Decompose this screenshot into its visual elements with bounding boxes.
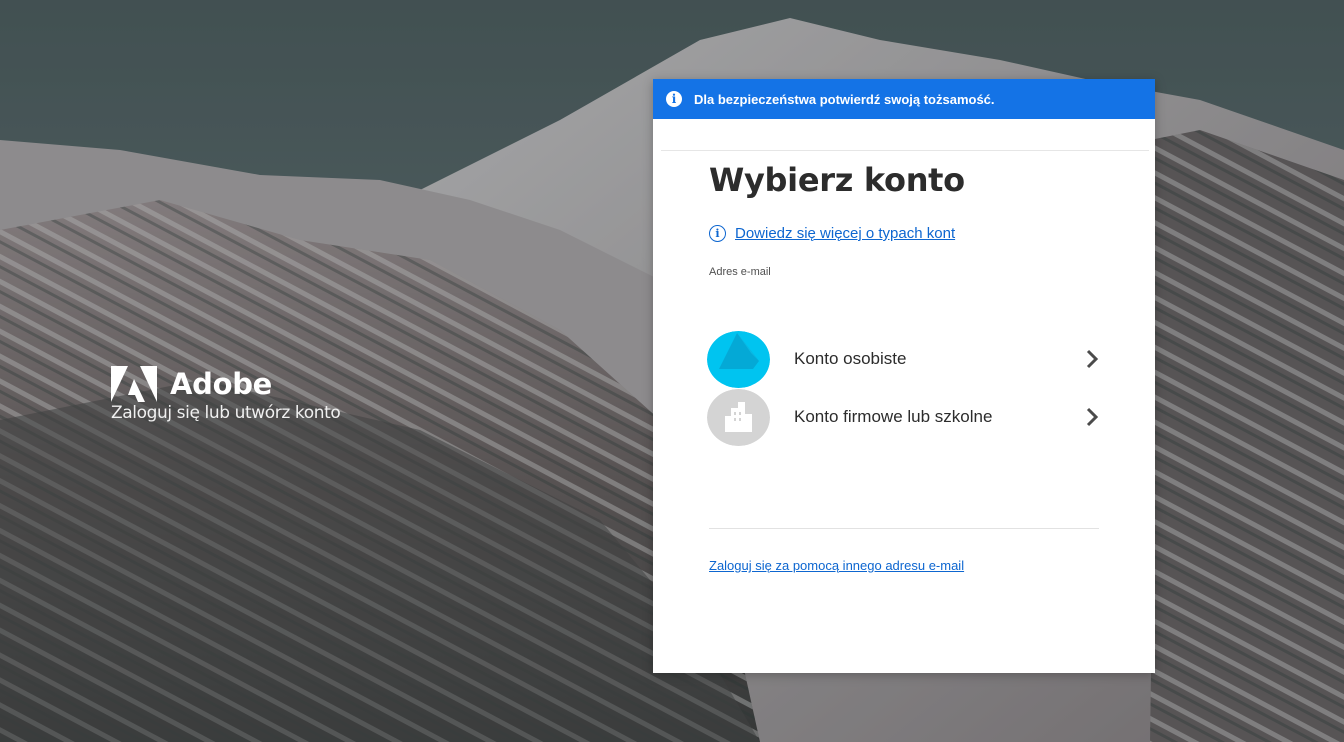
learn-more: i Dowiedz się więcej o typach kont [709,225,1099,242]
chevron-right-icon [1086,349,1099,369]
brand-name: Adobe [170,367,273,401]
business-account-option[interactable]: Konto firmowe lub szkolne [707,388,1105,446]
learn-more-link[interactable]: Dowiedz się więcej o typach kont [735,225,955,242]
adobe-logo-icon [111,366,157,402]
alt-email-link[interactable]: Zaloguj się za pomocą innego adresu e-ma… [709,558,964,573]
info-outline-icon: i [709,225,726,242]
banner-text: Dla bezpieczeństwa potwierdź swoją tożsa… [694,91,995,107]
business-account-label: Konto firmowe lub szkolne [794,407,993,426]
page-title: Wybierz konto [709,161,965,199]
footer-divider [709,528,1099,529]
personal-account-label: Konto osobiste [794,349,907,368]
email-label: Adres e-mail [709,266,771,278]
info-icon: i [666,91,682,107]
account-list: Konto osobiste Konto firmowe lub szkolne [661,150,1149,446]
personal-account-icon [707,330,770,388]
security-banner: i Dla bezpieczeństwa potwierdź swoją toż… [653,79,1155,119]
brand-tagline: Zaloguj się lub utwórz konto [111,403,341,423]
personal-account-option[interactable]: Konto osobiste [707,330,1105,388]
building-icon [707,388,770,446]
chevron-right-icon [1086,407,1099,427]
account-picker-card: i Dla bezpieczeństwa potwierdź swoją toż… [653,79,1155,673]
brand-block: Adobe Zaloguj się lub utwórz konto [111,366,341,423]
account-divider [661,150,1149,151]
